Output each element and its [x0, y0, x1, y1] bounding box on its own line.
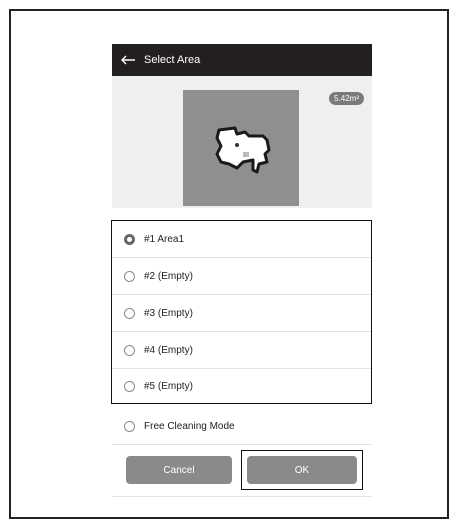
- list-item[interactable]: #3 (Empty): [112, 295, 371, 331]
- divider: [112, 496, 372, 497]
- list-item[interactable]: #4 (Empty): [112, 332, 371, 368]
- cancel-button[interactable]: Cancel: [126, 456, 232, 484]
- radio-icon[interactable]: [124, 307, 135, 319]
- list-item[interactable]: #1 Area1: [112, 221, 371, 257]
- radio-icon[interactable]: [124, 344, 135, 356]
- map-view[interactable]: [183, 90, 299, 206]
- radio-icon[interactable]: [124, 270, 135, 282]
- radio-icon[interactable]: [124, 380, 135, 392]
- floor-map-shape: [215, 126, 271, 174]
- back-arrow-icon[interactable]: [120, 53, 138, 67]
- divider: [112, 444, 372, 445]
- area-list: #1 Area1 #2 (Empty) #3 (Empty) #4 (Empty…: [111, 220, 372, 404]
- area-size-badge: 5.42m²: [329, 92, 364, 105]
- map-panel: 5.42m²: [112, 76, 372, 208]
- list-item[interactable]: #5 (Empty): [112, 368, 371, 404]
- area-label: #3 (Empty): [144, 307, 193, 319]
- area-label: #2 (Empty): [144, 270, 193, 282]
- free-mode-label: Free Cleaning Mode: [144, 420, 235, 432]
- page-title: Select Area: [144, 54, 201, 66]
- radio-icon[interactable]: [124, 420, 135, 432]
- radio-selected-icon[interactable]: [124, 233, 135, 245]
- area-label: #1 Area1: [144, 233, 185, 245]
- list-item[interactable]: #2 (Empty): [112, 258, 371, 294]
- ok-button[interactable]: OK: [247, 456, 357, 484]
- area-label: #5 (Empty): [144, 380, 193, 392]
- title-bar: Select Area: [112, 44, 372, 76]
- area-label: #4 (Empty): [144, 344, 193, 356]
- free-cleaning-mode-option[interactable]: Free Cleaning Mode: [112, 408, 372, 444]
- phone-screen: Select Area 5.42m² #1 Area1 #2 (Empty) #…: [111, 44, 372, 500]
